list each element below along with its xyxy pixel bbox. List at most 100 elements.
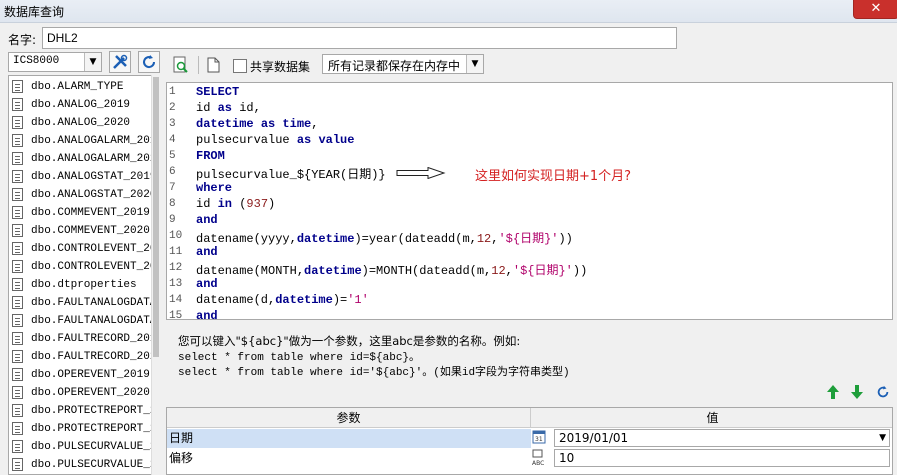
arrow-down-icon[interactable] xyxy=(850,384,864,400)
new-document-button[interactable] xyxy=(207,57,220,76)
table-list-item[interactable]: dbo.ANALOGALARM_2019 xyxy=(9,132,151,150)
sql-editor[interactable]: ▲ ▼ 1SELECT2id as id,3datetime as time,4… xyxy=(166,82,893,320)
refresh-button[interactable] xyxy=(138,51,160,73)
param-offset-input[interactable]: 10 xyxy=(554,449,890,467)
code-line: FROM xyxy=(196,149,225,163)
close-button[interactable]: ✕ xyxy=(853,0,897,19)
code-line: pulsecurvalue as value xyxy=(196,133,354,147)
arrow-up-icon[interactable] xyxy=(826,384,840,400)
tools-icon xyxy=(113,54,128,69)
table-icon xyxy=(12,134,23,147)
memory-mode-select[interactable]: 所有记录都保存在内存中 ▼ xyxy=(322,54,484,74)
table-list[interactable]: dbo.ALARM_TYPE dbo.ANALOG_2019 dbo.ANALOG_… xyxy=(8,75,159,475)
code-token: pulsecurvalue xyxy=(196,133,297,147)
window-title: 数据库查询 xyxy=(4,5,65,19)
table-list-item[interactable]: dbo.ANALOG_2019 xyxy=(9,96,151,114)
share-dataset-checkbox[interactable] xyxy=(233,59,247,73)
document-icon xyxy=(207,57,220,73)
calendar-icon[interactable]: 31 xyxy=(531,429,549,447)
table-list-item[interactable]: dbo.FAULTANALOGDATA_2 xyxy=(9,312,151,330)
table-list-item[interactable]: dbo.ANALOGSTAT_2020 xyxy=(9,186,151,204)
table-list-item[interactable]: dbo.PROTECTREPORT_201 xyxy=(9,402,151,420)
line-number: 7 xyxy=(169,182,176,194)
line-number: 14 xyxy=(169,294,183,306)
table-list-item[interactable]: dbo.FAULTANALOGDATA_2 xyxy=(9,294,151,312)
code-line: pulsecurvalue_${YEAR(日期)} xyxy=(196,165,386,182)
table-list-item[interactable]: dbo.CONTROLEVENT_2020 xyxy=(9,258,151,276)
name-label: 名字: xyxy=(8,33,37,47)
code-token: and xyxy=(196,213,218,227)
table-icon xyxy=(12,98,23,111)
code-token: datename(yyyy, xyxy=(196,232,297,246)
table-icon xyxy=(12,350,23,363)
table-list-label: dbo.COMMEVENT_2020 xyxy=(31,225,150,237)
table-list-label: dbo.CONTROLEVENT_2020 xyxy=(31,261,151,273)
table-icon xyxy=(12,386,23,399)
code-token: )= xyxy=(332,293,348,307)
table-icon xyxy=(12,152,23,165)
param-date-input[interactable]: 2019/01/01 ▼ xyxy=(554,429,890,447)
database-select[interactable]: ICS8000 ▼ xyxy=(8,52,102,72)
table-list-item[interactable]: dbo.ANALOG_2020 xyxy=(9,114,151,132)
table-list-item[interactable]: dbo.ANALOGSTAT_2019 xyxy=(9,168,151,186)
table-list-item[interactable]: dbo.PULSECURVALUE_201 xyxy=(9,438,151,456)
table-list-item[interactable]: dbo.ANALOGALARM_2020 xyxy=(9,150,151,168)
table-list-label: dbo.FAULTANALOGDATA_2 xyxy=(31,297,151,309)
table-list-label: dbo.OPEREVENT_2019 xyxy=(31,369,150,381)
table-list-item[interactable]: dbo.OPEREVENT_2019 xyxy=(9,366,151,384)
table-list-item[interactable]: dbo.ALARM_TYPE xyxy=(9,78,151,96)
table-list-label: dbo.ANALOG_2019 xyxy=(31,99,131,111)
table-icon xyxy=(12,404,23,417)
code-token: and xyxy=(196,309,218,320)
code-line: and xyxy=(196,245,218,259)
table-list-item[interactable]: dbo.OPEREVENT_2020 xyxy=(9,384,151,402)
title-bar: 数据库查询 ✕ xyxy=(0,0,897,23)
table-list-item[interactable]: dbo.FAULTRECORD_2019 xyxy=(9,330,151,348)
table-list-item[interactable]: dbo.PULSECURVALUE_202 xyxy=(9,456,151,474)
line-number: 9 xyxy=(169,214,176,226)
code-line: and xyxy=(196,277,218,291)
table-list-label: dbo.ANALOGSTAT_2020 xyxy=(31,189,151,201)
code-token: time xyxy=(282,117,312,131)
table-list-item[interactable]: dbo.CONTROLEVENT_2019 xyxy=(9,240,151,258)
table-list-item[interactable]: dbo.COMMEVENT_2019 xyxy=(9,204,151,222)
code-token: and xyxy=(196,245,218,259)
line-number: 6 xyxy=(169,166,176,178)
tools-button[interactable] xyxy=(109,51,131,73)
param-name-cell[interactable]: 日期 xyxy=(167,429,531,448)
table-icon xyxy=(12,260,23,273)
code-token: 12 xyxy=(491,264,506,278)
code-token: id xyxy=(196,101,218,115)
chevron-down-icon[interactable]: ▼ xyxy=(84,53,101,71)
column-header-value[interactable]: 值 xyxy=(531,408,892,428)
text-type-icon[interactable]: ABC xyxy=(531,449,549,467)
table-list-label: dbo.ANALOGSTAT_2019 xyxy=(31,171,151,183)
column-header-parameter[interactable]: 参数 xyxy=(167,408,531,428)
code-line: where xyxy=(196,181,232,195)
chevron-down-icon[interactable]: ▼ xyxy=(466,55,483,73)
table-list-item[interactable]: dbo.dtproperties xyxy=(9,276,151,294)
preview-button[interactable] xyxy=(173,56,189,77)
table-list-item[interactable]: dbo.FAULTRECORD_2020 xyxy=(9,348,151,366)
table-icon xyxy=(12,332,23,345)
svg-text:31: 31 xyxy=(535,436,543,443)
name-input[interactable] xyxy=(42,27,677,49)
table-list-label: dbo.PROTECTREPORT_201 xyxy=(31,405,151,417)
table-icon xyxy=(12,458,23,471)
scrollbar-thumb[interactable] xyxy=(153,77,159,357)
parameter-grid[interactable]: 参数 值 日期 31 2019/01/01 ▼ 偏移 ABC 10 xyxy=(166,407,893,475)
code-token: ( xyxy=(232,197,247,211)
table-list-item[interactable]: dbo.COMMEVENT_2020 xyxy=(9,222,151,240)
code-line: and xyxy=(196,309,218,320)
refresh-icon[interactable] xyxy=(876,385,890,399)
table-icon xyxy=(12,80,23,93)
table-list-label: dbo.ANALOG_2020 xyxy=(31,117,131,129)
arrow-right-icon xyxy=(396,167,446,179)
param-name-cell[interactable]: 偏移 xyxy=(167,449,531,468)
table-list-scrollbar[interactable] xyxy=(151,75,160,475)
code-token: 12 xyxy=(476,232,492,246)
code-token: as xyxy=(217,101,233,115)
chevron-down-icon[interactable]: ▼ xyxy=(879,430,886,446)
table-list-item[interactable]: dbo.PROTECTREPORT_202 xyxy=(9,420,151,438)
code-line: id as id, xyxy=(196,101,261,115)
